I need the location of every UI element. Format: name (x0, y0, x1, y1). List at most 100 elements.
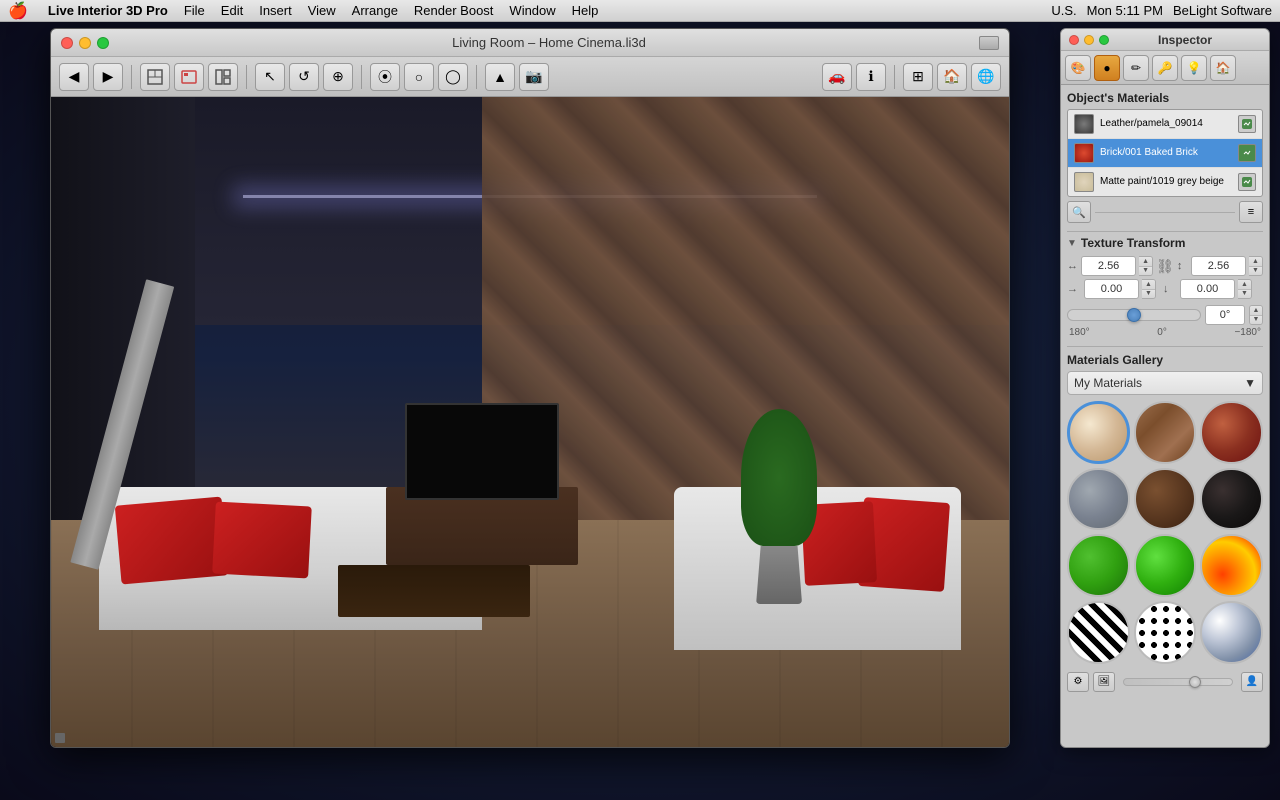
offset-x-input[interactable]: 0.00 (1084, 279, 1139, 299)
menu-file[interactable]: File (184, 3, 205, 18)
user-button[interactable]: 👤 (1241, 672, 1263, 692)
tab-key[interactable]: 🔑 (1152, 55, 1178, 81)
height-input[interactable]: 2.56 (1191, 256, 1246, 276)
filter-divider (1095, 212, 1235, 213)
material-item-brick[interactable]: Brick/001 Baked Brick (1068, 139, 1262, 168)
disclosure-triangle[interactable]: ▼ (1067, 238, 1077, 249)
app-name[interactable]: Live Interior 3D Pro (48, 3, 168, 18)
menu-edit[interactable]: Edit (221, 3, 243, 18)
move-tool[interactable]: ⊕ (323, 63, 353, 91)
render-button[interactable] (174, 63, 204, 91)
plant (741, 409, 818, 604)
tab-object[interactable]: ● (1094, 55, 1120, 81)
tab-materials[interactable]: 🎨 (1065, 55, 1091, 81)
height-stepper-up[interactable]: ▲ (1249, 257, 1262, 267)
gallery-item-dark[interactable] (1200, 468, 1263, 531)
offset-y-stepper[interactable]: ▲ ▼ (1238, 279, 1252, 299)
width-stepper-down[interactable]: ▼ (1139, 267, 1152, 276)
objects-materials-label: Object's Materials (1067, 91, 1169, 105)
link-icon[interactable]: ⛓ (1156, 258, 1174, 275)
eyedropper-button[interactable]: 🔍 (1067, 201, 1091, 223)
coffee-table[interactable] (338, 565, 530, 617)
gallery-item-fire[interactable] (1200, 534, 1263, 597)
layout-button[interactable] (208, 63, 238, 91)
gallery-item-beige[interactable] (1067, 401, 1130, 464)
gallery-item-wood[interactable] (1134, 401, 1197, 464)
offset-y-input[interactable]: 0.00 (1180, 279, 1235, 299)
gallery-item-green[interactable] (1067, 534, 1130, 597)
close-button[interactable] (61, 37, 73, 49)
material-item-paint[interactable]: Matte paint/1019 grey beige (1068, 168, 1262, 196)
image-button[interactable]: 🖼 (1093, 672, 1115, 692)
gallery-dropdown[interactable]: My Materials ▼ (1067, 371, 1263, 395)
rotation-slider[interactable] (1067, 309, 1201, 321)
apple-menu[interactable]: 🍎 (8, 1, 28, 21)
width-input[interactable]: 2.56 (1081, 256, 1136, 276)
sofa-right[interactable] (674, 487, 961, 650)
material-edit-icon-brick[interactable] (1238, 144, 1256, 162)
rotation-label-min: 180° (1069, 327, 1090, 338)
menu-view[interactable]: View (308, 3, 336, 18)
menu-arrange[interactable]: Arrange (352, 3, 398, 18)
menu-window[interactable]: Window (509, 3, 555, 18)
rotate-tool[interactable]: ↺ (289, 63, 319, 91)
gallery-item-brick[interactable] (1200, 401, 1263, 464)
main-toolbar: ◀ ▶ ↖ ↺ ⊕ ⦿ ○ ◯ ▲ 📷 🚗 ℹ ⊞ 🏠 🌐 (51, 57, 1009, 97)
view-2d[interactable]: ⊞ (903, 63, 933, 91)
width-stepper[interactable]: ▲ ▼ (1139, 256, 1153, 276)
inspector-maximize[interactable] (1099, 35, 1109, 45)
floorplan-button[interactable] (140, 63, 170, 91)
offset-x-stepper-up[interactable]: ▲ (1142, 280, 1155, 290)
tab-room[interactable]: 🏠 (1210, 55, 1236, 81)
rotation-input[interactable]: 0° (1205, 305, 1245, 325)
offset-y-stepper-down[interactable]: ▼ (1238, 290, 1251, 299)
inspector-minimize[interactable] (1084, 35, 1094, 45)
height-stepper[interactable]: ▲ ▼ (1249, 256, 1263, 276)
material-item-leather[interactable]: Leather/pamela_09014 (1068, 110, 1262, 139)
viewport[interactable] (51, 97, 1009, 747)
inspector-close[interactable] (1069, 35, 1079, 45)
material-edit-icon-paint[interactable] (1238, 173, 1256, 191)
gallery-item-dark-wood[interactable] (1134, 468, 1197, 531)
width-stepper-up[interactable]: ▲ (1139, 257, 1152, 267)
material-edit-icon-leather[interactable] (1238, 115, 1256, 133)
rotation-stepper[interactable]: ▲ ▼ (1249, 305, 1263, 325)
rotation-stepper-down[interactable]: ▼ (1250, 316, 1262, 325)
scroll-indicator[interactable] (55, 733, 65, 743)
view-house[interactable]: 🏠 (937, 63, 967, 91)
circle-tool[interactable]: ○ (404, 63, 434, 91)
maximize-button[interactable] (97, 37, 109, 49)
gallery-zoom-thumb[interactable] (1189, 676, 1201, 688)
shape-tool[interactable]: ◯ (438, 63, 468, 91)
back-button[interactable]: ◀ (59, 63, 89, 91)
camera-tool[interactable]: 📷 (519, 63, 549, 91)
gallery-zoom-slider[interactable] (1123, 678, 1233, 686)
gallery-item-chrome[interactable] (1200, 601, 1263, 664)
gallery-item-bright-green[interactable] (1134, 534, 1197, 597)
info-button[interactable]: ℹ (856, 63, 886, 91)
offset-x-stepper-down[interactable]: ▼ (1142, 290, 1155, 299)
settings-button[interactable]: ⚙ (1067, 672, 1089, 692)
gallery-item-spots[interactable] (1134, 601, 1197, 664)
height-stepper-down[interactable]: ▼ (1249, 267, 1262, 276)
offset-y-stepper-up[interactable]: ▲ (1238, 280, 1251, 290)
forward-button[interactable]: ▶ (93, 63, 123, 91)
menu-insert[interactable]: Insert (259, 3, 292, 18)
window-zoom-control[interactable] (979, 36, 999, 50)
menu-render-boost[interactable]: Render Boost (414, 3, 494, 18)
rotation-thumb[interactable] (1127, 308, 1141, 322)
point-tool[interactable]: ⦿ (370, 63, 400, 91)
filter-options-button[interactable]: ≡ (1239, 201, 1263, 223)
menu-help[interactable]: Help (572, 3, 599, 18)
minimize-button[interactable] (79, 37, 91, 49)
tab-edit[interactable]: ✏ (1123, 55, 1149, 81)
model-tool[interactable]: ▲ (485, 63, 515, 91)
view-3d[interactable]: 🌐 (971, 63, 1001, 91)
offset-x-stepper[interactable]: ▲ ▼ (1142, 279, 1156, 299)
rotation-stepper-up[interactable]: ▲ (1250, 306, 1262, 316)
gallery-item-zebra[interactable] (1067, 601, 1130, 664)
tab-light[interactable]: 💡 (1181, 55, 1207, 81)
car-tool[interactable]: 🚗 (822, 63, 852, 91)
gallery-item-concrete[interactable] (1067, 468, 1130, 531)
select-tool[interactable]: ↖ (255, 63, 285, 91)
